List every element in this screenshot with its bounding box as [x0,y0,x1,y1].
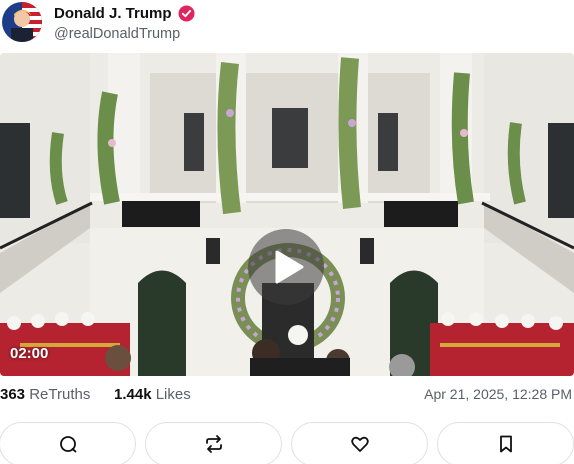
reply-button[interactable] [0,422,136,464]
bookmark-button[interactable] [437,422,574,464]
post-stats: 363 ReTruths 1.44k Likes Apr 21, 2025, 1… [0,386,574,408]
retruth-button[interactable] [145,422,282,464]
post-timestamp[interactable]: Apr 21, 2025, 12:28 PM [424,386,572,402]
post-actions [0,422,574,464]
avatar[interactable] [2,2,42,42]
play-button[interactable] [248,229,324,305]
like-button[interactable] [291,422,428,464]
retruths-count: 363 [0,386,26,403]
heart-icon [351,436,369,452]
likes-count: 1.44k [114,386,152,403]
author-handle[interactable]: @realDonaldTrump [54,26,180,42]
likes-stat[interactable]: 1.44k Likes [114,386,191,403]
retruth-icon [206,435,222,453]
play-icon [275,250,304,284]
verified-badge-icon [178,5,195,22]
author-display-name[interactable]: Donald J. Trump [54,5,172,22]
reply-icon [60,436,77,453]
retruths-label: ReTruths [29,386,91,403]
bookmark-icon [500,435,512,453]
video-thumbnail [0,53,574,376]
video-timecode: 02:00 [10,345,49,362]
retruths-stat[interactable]: 363 ReTruths [0,386,90,403]
likes-label: Likes [155,386,191,403]
post-header: Donald J. Trump @realDonaldTrump [0,0,574,50]
video-player[interactable] [0,53,574,376]
